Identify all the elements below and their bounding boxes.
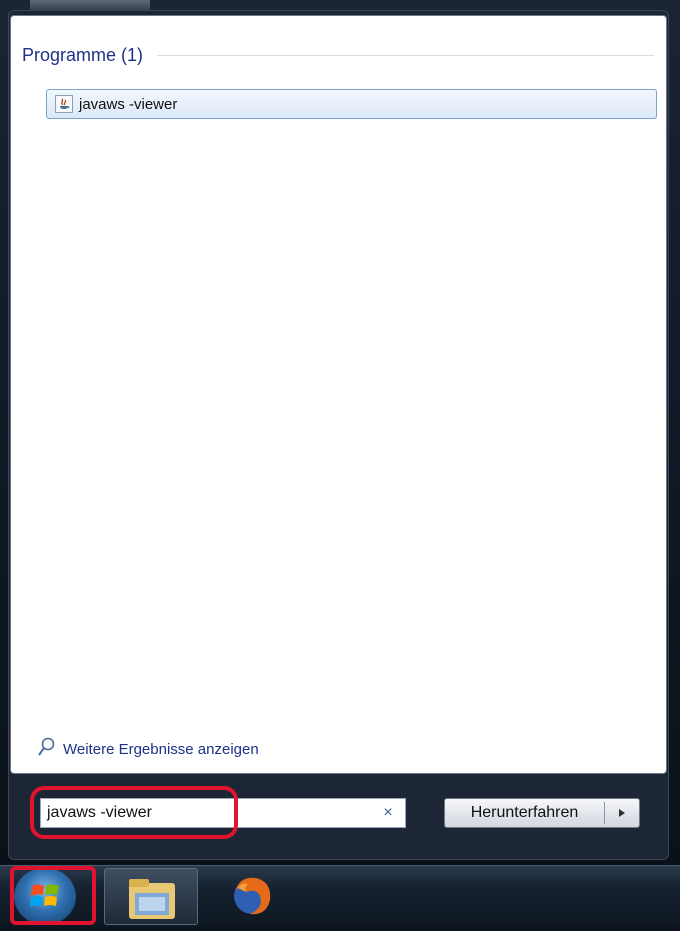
clear-icon[interactable]: × <box>377 804 399 822</box>
search-results-panel <box>10 15 667 774</box>
more-results-label: Weitere Ergebnisse anzeigen <box>63 740 259 758</box>
taskbar-firefox-button[interactable] <box>216 868 290 925</box>
group-header: Programme (1) <box>22 40 654 70</box>
shutdown-control: Herunterfahren <box>444 798 640 828</box>
java-icon <box>55 95 73 113</box>
start-highlight-annotation <box>10 866 96 925</box>
more-results-link[interactable]: Weitere Ergebnisse anzeigen <box>37 737 259 761</box>
search-highlight-annotation <box>30 786 238 839</box>
group-title: Programme (1) <box>22 44 144 65</box>
folder-icon <box>129 879 175 919</box>
result-item-javaws-viewer[interactable]: javaws -viewer <box>46 89 657 119</box>
shutdown-button[interactable]: Herunterfahren <box>445 804 604 822</box>
group-divider <box>157 54 654 56</box>
search-icon <box>37 737 55 762</box>
chevron-right-icon <box>619 809 625 817</box>
taskbar-explorer-button[interactable] <box>104 868 198 925</box>
shutdown-options-button[interactable] <box>605 808 639 818</box>
firefox-icon <box>234 877 271 915</box>
taskbar <box>0 865 680 926</box>
result-label: javaws -viewer <box>79 95 178 113</box>
